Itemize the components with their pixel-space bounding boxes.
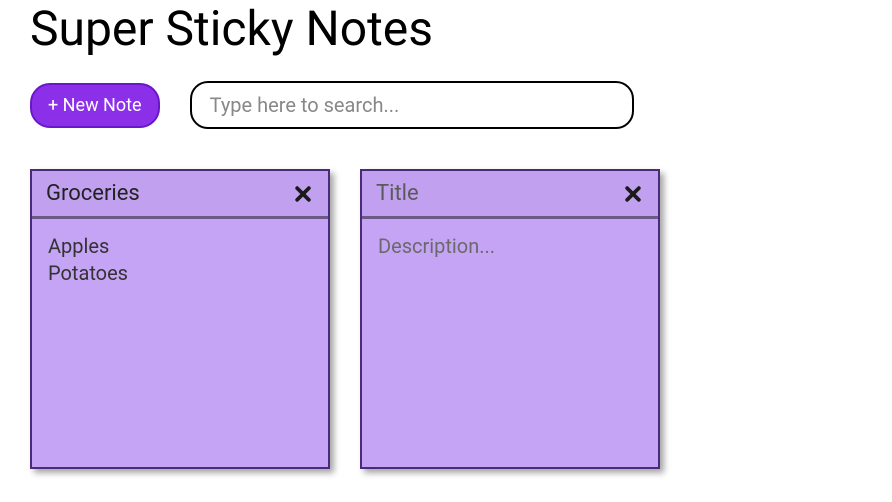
note-body — [32, 219, 328, 467]
note-card — [360, 169, 660, 469]
note-body — [362, 219, 658, 467]
page-title: Super Sticky Notes — [30, 0, 862, 57]
notes-container — [30, 169, 862, 469]
note-header — [362, 171, 658, 219]
note-header — [32, 171, 328, 219]
note-card — [30, 169, 330, 469]
note-title-input[interactable] — [376, 181, 590, 206]
close-icon[interactable] — [622, 183, 644, 205]
search-input[interactable] — [190, 81, 634, 129]
new-note-button[interactable]: + New Note — [30, 83, 160, 128]
close-icon[interactable] — [292, 183, 314, 205]
note-description-input[interactable] — [48, 233, 312, 453]
note-description-input[interactable] — [378, 233, 642, 453]
controls-row: + New Note — [30, 81, 862, 129]
note-title-input[interactable] — [46, 181, 260, 206]
